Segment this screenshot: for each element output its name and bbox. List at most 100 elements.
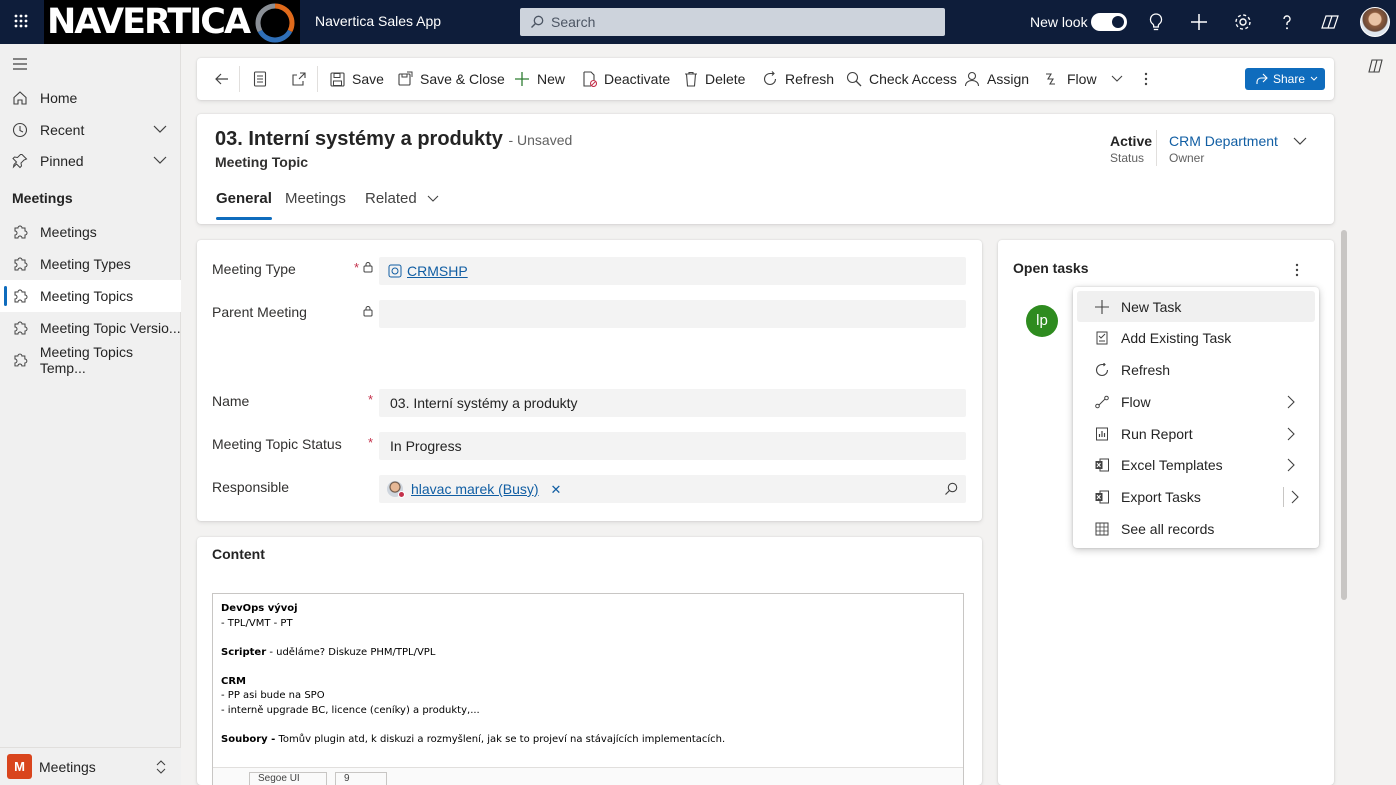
plus-icon[interactable]	[1188, 11, 1210, 33]
editor-line	[221, 631, 955, 646]
search-icon[interactable]	[944, 482, 958, 496]
menu-item-new-task[interactable]: New Task	[1077, 291, 1315, 322]
flow-icon	[1046, 73, 1055, 85]
menu-item-see-all-records[interactable]: See all records	[1077, 513, 1315, 544]
remove-icon[interactable]: ✕	[550, 482, 561, 497]
check-access-button[interactable]: Check Access	[846, 58, 957, 100]
menu-item-export-tasks[interactable]: Export Tasks	[1077, 481, 1315, 512]
required-indicator: *	[354, 260, 360, 275]
flow-button[interactable]: Flow	[1044, 58, 1123, 100]
name-label: Name	[212, 393, 250, 409]
sidebar-item-meeting-types[interactable]: Meeting Types	[0, 248, 181, 280]
sidebar-item-home[interactable]: Home	[0, 82, 181, 114]
document-icon	[253, 71, 267, 87]
parent-meeting-field[interactable]	[379, 300, 966, 328]
menu-item-run-report[interactable]: Run Report	[1077, 418, 1315, 449]
add-existing-icon	[1096, 331, 1108, 344]
responsible-link[interactable]: hlavac marek (Busy)	[411, 481, 539, 497]
open-tasks-title: Open tasks	[1013, 260, 1089, 276]
check-access-label: Check Access	[869, 71, 957, 87]
search-input[interactable]: Search	[520, 8, 945, 36]
font-family-select[interactable]: Segoe UI	[249, 772, 327, 785]
meeting-topic-status-select[interactable]: In Progress	[379, 432, 966, 460]
area-switcher[interactable]: M Meetings	[0, 747, 181, 785]
sidebar-item-meeting-topics-templates[interactable]: Meeting Topics Temp...	[0, 344, 181, 376]
popout-icon	[292, 72, 306, 86]
editor-line: CRM	[221, 675, 246, 687]
search-person-icon	[846, 71, 862, 87]
editor-toolbar: Segoe UI 9	[213, 767, 963, 785]
tab-general[interactable]: General	[216, 190, 272, 220]
owner-link[interactable]: CRM Department	[1169, 133, 1278, 149]
chevron-updown-icon	[156, 760, 166, 774]
right-rail	[1356, 44, 1396, 785]
open-tasks-context-menu: New Task Add Existing Task Refresh Flow …	[1073, 287, 1319, 548]
lightbulb-icon[interactable]	[1145, 11, 1167, 33]
app-name[interactable]: Navertica Sales App	[315, 13, 441, 29]
refresh-label: Refresh	[785, 71, 835, 87]
share-label: Share	[1273, 72, 1306, 86]
chevron-down-icon[interactable]	[153, 124, 167, 134]
sidebar-item-pinned[interactable]: Pinned	[0, 145, 181, 177]
assign-label: Assign	[987, 71, 1030, 87]
puzzle-icon	[14, 289, 28, 303]
meeting-type-lookup[interactable]: CRMSHP	[379, 257, 966, 285]
assign-button[interactable]: Assign	[964, 58, 1029, 100]
meeting-type-label: Meeting Type	[212, 261, 296, 277]
chevron-down-icon	[1310, 76, 1318, 81]
content-section: Content DevOps vývoj - TPL/VMT - PT Scri…	[197, 537, 982, 785]
form-view-button[interactable]	[253, 58, 274, 100]
more-vertical-icon[interactable]	[1295, 263, 1299, 277]
rich-text-editor[interactable]: DevOps vývoj - TPL/VMT - PT Scripter - u…	[212, 593, 964, 785]
sidebar-item-meeting-topic-versions[interactable]: Meeting Topic Versio...	[0, 312, 181, 344]
parent-meeting-label: Parent Meeting	[212, 304, 307, 320]
user-avatar[interactable]	[1360, 7, 1390, 37]
menu-item-excel-templates[interactable]: Excel Templates	[1077, 449, 1315, 480]
refresh-button[interactable]: Refresh	[762, 58, 834, 100]
new-look-toggle[interactable]	[1091, 13, 1127, 31]
chevron-down-icon[interactable]	[153, 155, 167, 165]
sidebar-group-title: Meetings	[12, 190, 73, 206]
save-button[interactable]: Save	[330, 58, 384, 100]
copilot-icon[interactable]	[1367, 57, 1385, 75]
new-button[interactable]: New	[514, 58, 565, 100]
share-icon	[1256, 73, 1268, 84]
deactivate-button[interactable]: Deactivate	[582, 58, 670, 100]
save-label: Save	[352, 71, 384, 87]
sidebar-item-recent[interactable]: Recent	[0, 114, 181, 146]
sidebar-item-label: Home	[40, 90, 78, 106]
gear-icon[interactable]	[1232, 11, 1254, 33]
person-icon	[964, 71, 980, 87]
deactivate-label: Deactivate	[604, 71, 671, 87]
menu-item-label: Add Existing Task	[1121, 329, 1232, 346]
chevron-down-icon[interactable]	[1293, 137, 1307, 146]
sidebar-item-meeting-topics[interactable]: Meeting Topics	[0, 280, 181, 312]
share-button[interactable]: Share	[1245, 68, 1325, 90]
back-button[interactable]	[214, 58, 237, 100]
copilot-icon[interactable]	[1319, 11, 1341, 33]
help-icon[interactable]	[1276, 11, 1298, 33]
hamburger-icon[interactable]	[12, 58, 28, 70]
meeting-type-link[interactable]: CRMSHP	[407, 263, 468, 279]
sidebar-item-label: Meeting Topic Versio...	[40, 320, 181, 336]
font-size-select[interactable]: 9	[335, 772, 387, 785]
menu-item-refresh[interactable]: Refresh	[1077, 354, 1315, 385]
excel-icon	[1095, 458, 1109, 471]
menu-item-add-existing-task[interactable]: Add Existing Task	[1077, 322, 1315, 353]
save-close-button[interactable]: Save & Close	[397, 58, 505, 100]
menu-item-flow[interactable]: Flow	[1077, 386, 1315, 417]
chevron-right-icon[interactable]	[1291, 490, 1299, 504]
tab-meetings[interactable]: Meetings	[285, 190, 346, 207]
more-commands-button[interactable]	[1143, 58, 1156, 100]
waffle-icon[interactable]	[14, 14, 28, 28]
name-input[interactable]: 03. Interní systémy a produkty	[379, 389, 966, 417]
sidebar-item-meetings[interactable]: Meetings	[0, 216, 181, 248]
delete-button[interactable]: Delete	[684, 58, 745, 100]
responsible-lookup[interactable]: hlavac marek (Busy) ✕	[379, 475, 966, 503]
tab-related[interactable]: Related	[365, 190, 439, 207]
menu-item-label: See all records	[1121, 520, 1215, 537]
page-scrollbar[interactable]	[1341, 230, 1347, 600]
open-new-window-button[interactable]	[291, 58, 314, 100]
puzzle-icon	[14, 321, 28, 335]
export-excel-icon	[1095, 490, 1109, 503]
